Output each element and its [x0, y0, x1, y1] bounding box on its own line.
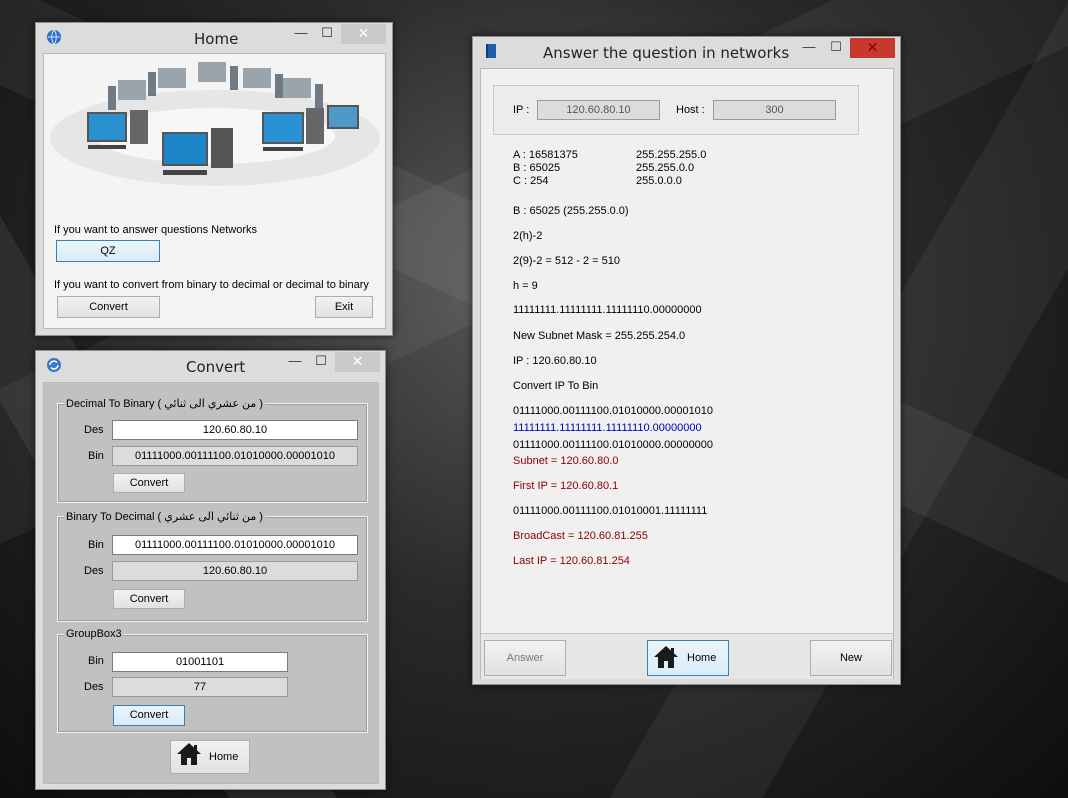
minimize-button[interactable]: — [282, 352, 308, 372]
answer-step-line: Last IP = 120.60.81.254 [513, 555, 630, 567]
home-icon [652, 644, 680, 670]
answer-step-line: New Subnet Mask = 255.255.254.0 [513, 330, 686, 342]
home-button-label: Home [209, 751, 239, 763]
network-computers-image [48, 58, 382, 196]
group-legend: Decimal To Binary ( من عشري الى ثنائي ) [64, 397, 265, 410]
book-icon [483, 43, 499, 59]
groupbox3-convert-button[interactable]: Convert [113, 705, 185, 726]
answer-questions-label: If you want to answer questions Networks [54, 224, 257, 236]
close-button[interactable]: ✕ [850, 38, 895, 58]
des-output: 77 [112, 677, 288, 697]
answer-step-line: B : 65025 (255.255.0.0) [513, 205, 629, 217]
answer-step-line: 11111111.11111111.11111110.00000000 [513, 422, 702, 434]
answer-step-line: 2(h)-2 [513, 230, 543, 242]
globe-icon [46, 29, 62, 45]
answer-step-line: 01111000.00111100.01010000.00000000 [513, 439, 714, 451]
answer-button[interactable]: Answer [484, 640, 566, 676]
minimize-button[interactable]: — [796, 38, 822, 58]
binary-to-decimal-group: Binary To Decimal ( من ثنائي الى عشري ) … [57, 510, 368, 622]
bin-input[interactable]: 01001101 [112, 652, 288, 672]
convert-home-button[interactable]: Home [170, 740, 250, 774]
network-window: Answer the question in networks — ☐ ✕ IP… [472, 36, 901, 685]
bin-input[interactable]: 01111000.00111100.01010000.00001010 [112, 535, 358, 555]
answer-step-line: BroadCast = 120.60.81.255 [513, 530, 648, 542]
binary-to-decimal-convert-button[interactable]: Convert [113, 589, 185, 609]
home-window: Home — ☐ ✕ If you want to answer questio… [35, 22, 393, 336]
new-button[interactable]: New [810, 640, 892, 676]
close-button[interactable]: ✕ [341, 24, 386, 44]
exit-button[interactable]: Exit [315, 296, 373, 318]
des-label: Des [84, 681, 104, 693]
home-client: If you want to answer questions Networks… [43, 53, 386, 329]
answer-steps: B : 65025 (255.255.0.0) 2(h)-2 2(9)-2 = 51… [473, 69, 873, 629]
network-titlebar[interactable]: Answer the question in networks — ☐ ✕ [473, 37, 900, 67]
convert-app-icon [46, 357, 62, 373]
convert-prompt-label: If you want to convert from binary to de… [54, 279, 369, 291]
answer-step-line: First IP = 120.60.80.1 [513, 480, 619, 492]
qz-button[interactable]: QZ [56, 240, 160, 262]
answer-step-line: h = 9 [513, 280, 538, 292]
network-title: Answer the question in networks [543, 44, 790, 62]
answer-step-line: IP : 120.60.80.10 [513, 355, 597, 367]
convert-title: Convert [186, 358, 246, 376]
network-client: IP : 120.60.80.10 Host : 300 A : 1658137… [480, 68, 894, 679]
home-button-label: Home [687, 652, 717, 664]
maximize-button[interactable]: ☐ [823, 38, 849, 58]
minimize-button[interactable]: — [288, 24, 314, 44]
convert-button[interactable]: Convert [57, 296, 160, 318]
answer-step-line: Convert IP To Bin [513, 380, 599, 392]
maximize-button[interactable]: ☐ [314, 24, 340, 44]
des-input[interactable]: 120.60.80.10 [112, 420, 358, 440]
convert-titlebar[interactable]: Convert — ☐ ✕ [36, 351, 385, 381]
des-label: Des [84, 565, 104, 577]
answer-step-line: 11111111.11111111.11111110.00000000 [513, 304, 702, 316]
group-legend: GroupBox3 [64, 628, 124, 640]
home-icon [175, 741, 203, 767]
answer-step-line: 01111000.00111100.01010001.11111111 [513, 505, 708, 517]
close-button[interactable]: ✕ [335, 352, 380, 372]
answer-step-line: Subnet = 120.60.80.0 [513, 455, 619, 467]
maximize-button[interactable]: ☐ [308, 352, 334, 372]
home-titlebar[interactable]: Home — ☐ ✕ [36, 23, 392, 53]
answer-step-line: 2(9)-2 = 512 - 2 = 510 [513, 255, 621, 267]
group-legend: Binary To Decimal ( من ثنائي الى عشري ) [64, 510, 265, 523]
network-home-button[interactable]: Home [647, 640, 729, 676]
groupbox3: GroupBox3 Bin 01001101 Des 77 Convert [57, 628, 368, 733]
convert-client: Decimal To Binary ( من عشري الى ثنائي ) … [43, 382, 379, 784]
decimal-to-binary-convert-button[interactable]: Convert [113, 473, 185, 493]
bin-label: Bin [88, 655, 104, 667]
des-output: 120.60.80.10 [112, 561, 358, 581]
bin-output: 01111000.00111100.01010000.00001010 [112, 446, 358, 466]
convert-window: Convert — ☐ ✕ Decimal To Binary ( من عشر… [35, 350, 386, 790]
des-label: Des [84, 424, 104, 436]
bin-label: Bin [88, 539, 104, 551]
bin-label: Bin [88, 450, 104, 462]
answer-step-line: 01111000.00111100.01010000.00001010 [513, 405, 714, 417]
home-title: Home [194, 30, 239, 48]
decimal-to-binary-group: Decimal To Binary ( من عشري الى ثنائي ) … [57, 397, 368, 503]
